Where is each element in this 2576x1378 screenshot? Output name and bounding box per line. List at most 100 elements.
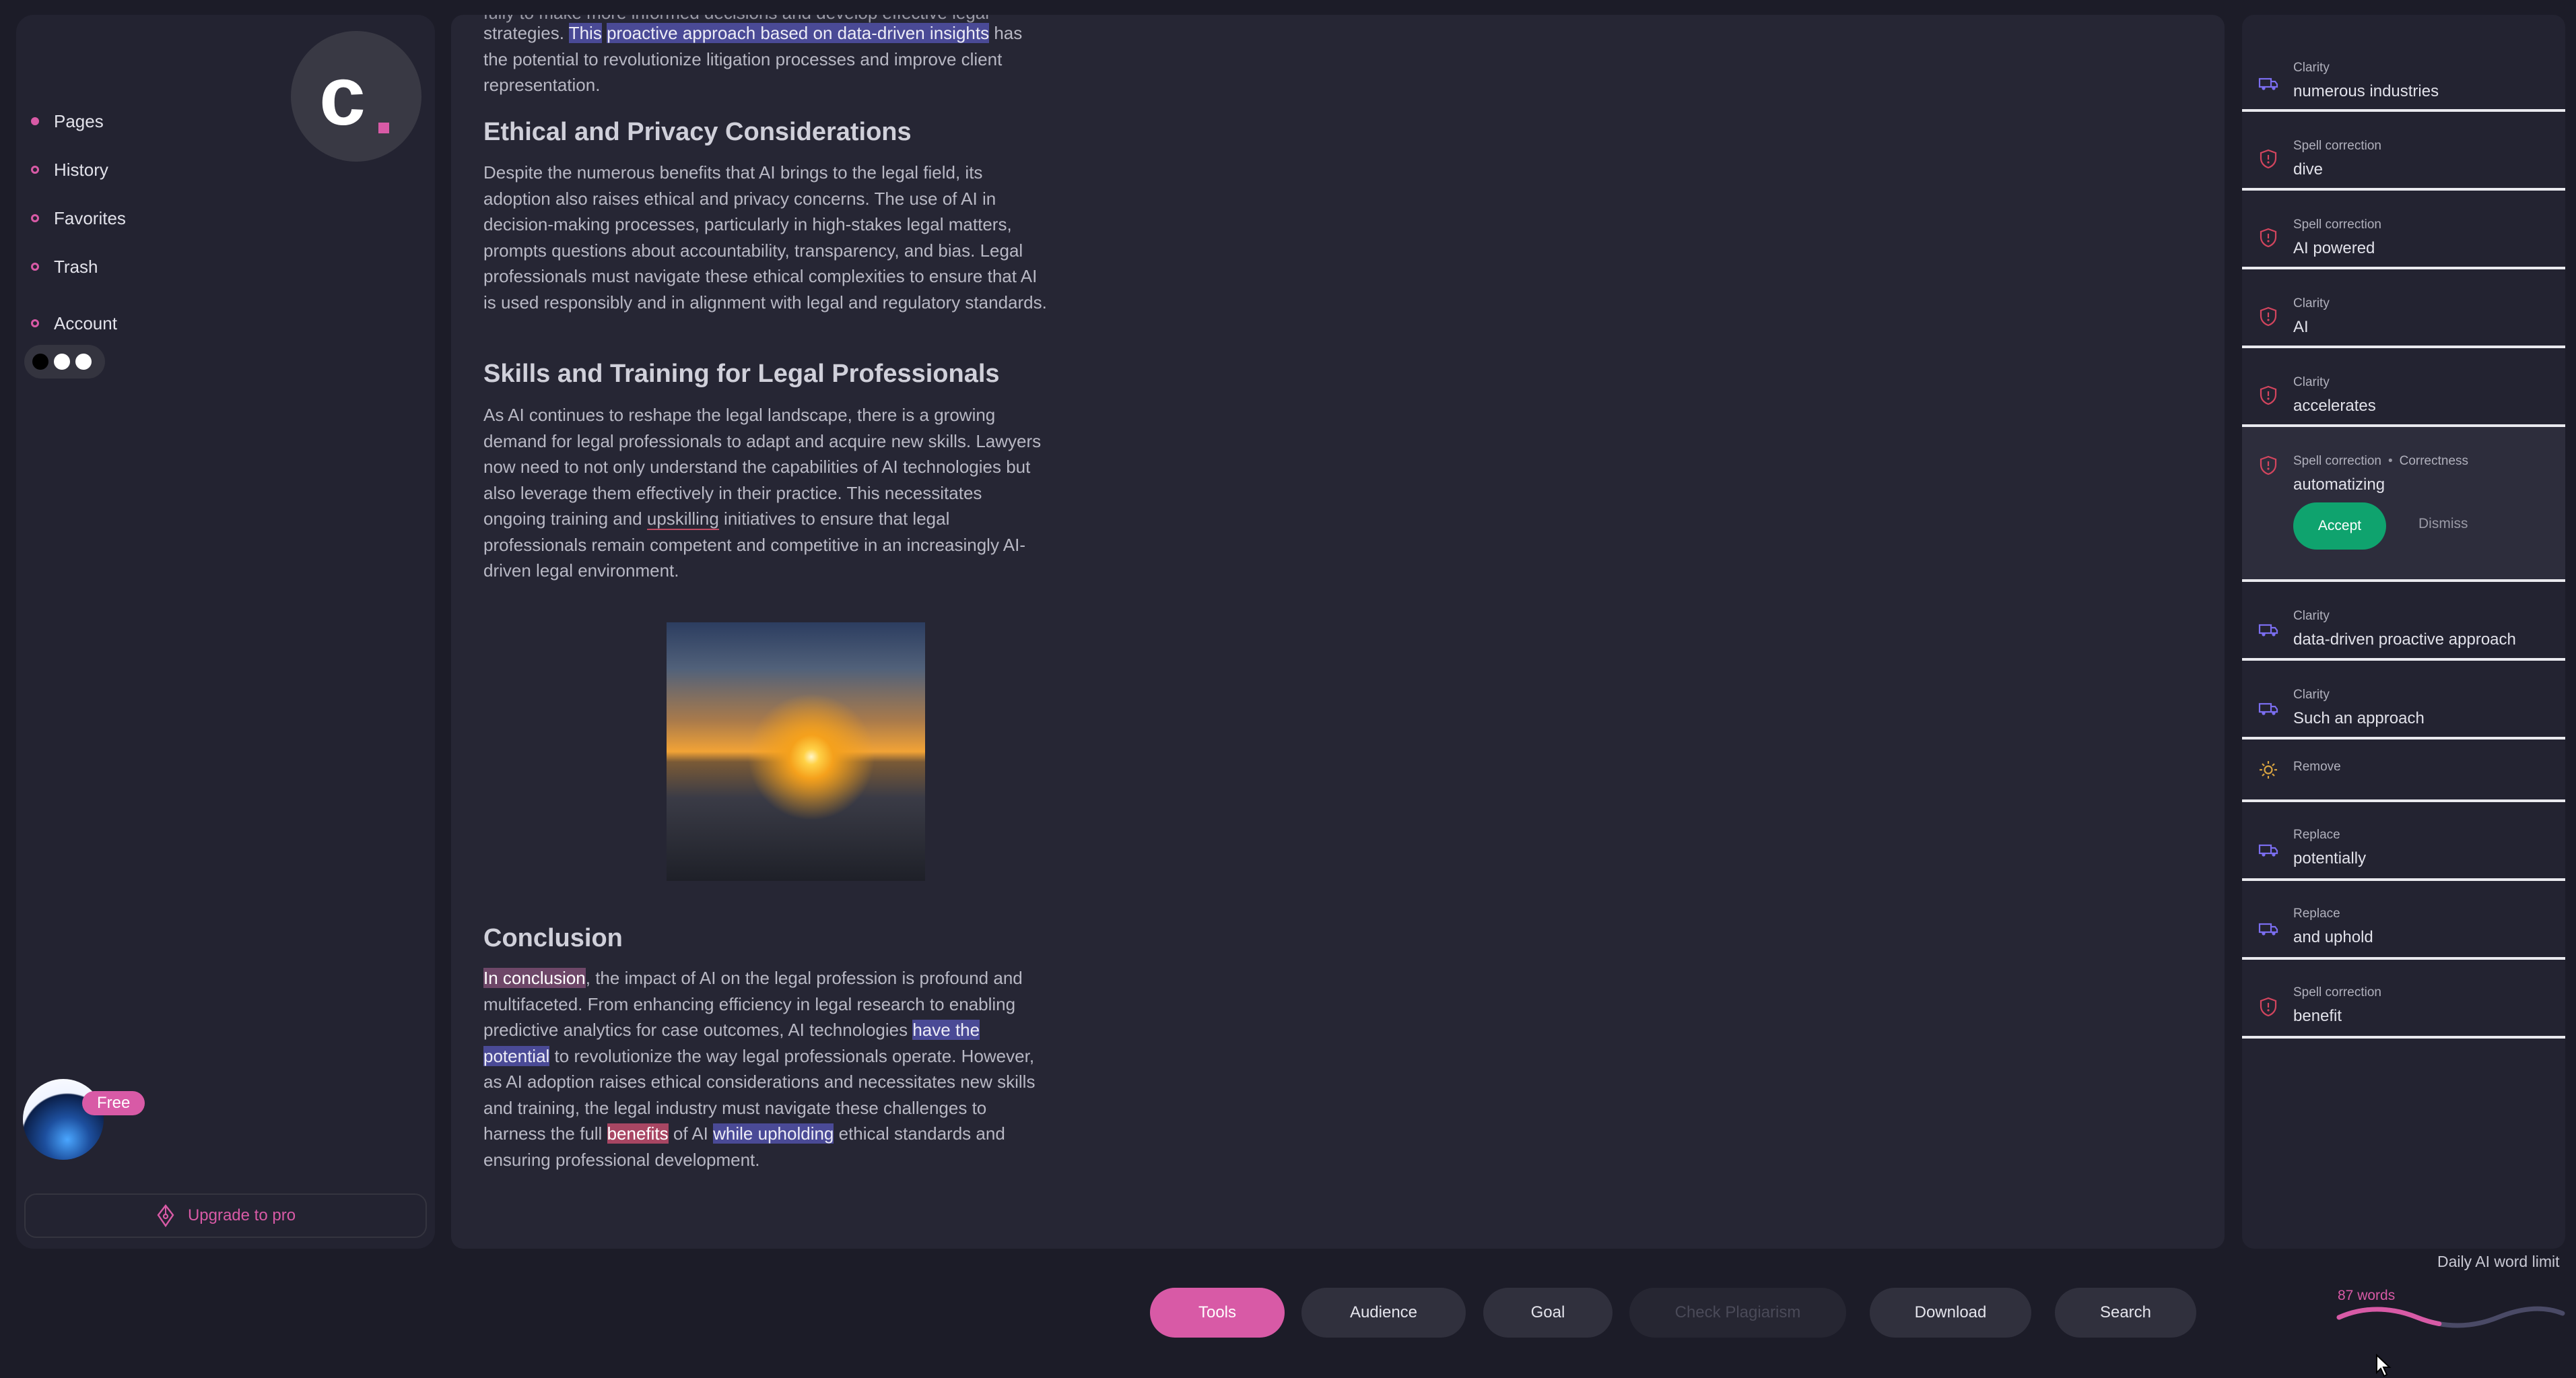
paragraph: Despite the numerous benefits that AI br… — [483, 162, 1047, 313]
suggestion-category: Replace — [2293, 828, 2340, 842]
shield-icon — [2260, 385, 2277, 405]
upgrade-button[interactable]: Upgrade to pro — [24, 1193, 427, 1238]
suggestion-value: potentially — [2293, 849, 2367, 867]
sidebar-item-label: Trash — [54, 256, 98, 277]
pen-nib-icon — [157, 1204, 174, 1227]
spelling-underline[interactable]: upskilling — [646, 508, 719, 530]
suggestion-card[interactable]: Spell correction AI powered — [2242, 191, 2565, 269]
suggestion-category-secondary: Correctness — [2399, 454, 2469, 468]
conclusion-paragraph: In conclusion, the impact of AI on the l… — [483, 965, 1049, 1173]
document-editor[interactable]: fully to make more informed decisions an… — [451, 15, 2225, 1249]
dark-theme-dot-icon — [32, 354, 48, 370]
tools-button[interactable]: Tools — [1150, 1288, 1285, 1338]
truck-icon — [2258, 844, 2278, 857]
truck-icon — [2258, 923, 2278, 936]
suggestion-highlight[interactable]: proactive approach based on data-driven … — [607, 23, 990, 43]
suggestion-category: Remove — [2293, 760, 2341, 774]
search-button[interactable]: Search — [2055, 1288, 2196, 1338]
separator-dot: • — [2387, 454, 2393, 468]
suggestion-card[interactable]: Clarity data-driven proactive approach — [2242, 582, 2565, 661]
bullet-icon — [31, 214, 39, 222]
shield-icon — [2260, 228, 2277, 248]
section-heading: Conclusion — [483, 924, 623, 952]
bullet-icon — [31, 319, 39, 327]
text-run: strategies. — [483, 23, 569, 43]
suggestion-category: Spell correction — [2293, 139, 2381, 153]
text-run: of AI — [668, 1123, 714, 1144]
suggestion-value: Such an approach — [2293, 709, 2425, 727]
suggestion-category: Spell correction — [2293, 218, 2381, 232]
sidebar-item-trash[interactable]: Trash — [31, 250, 98, 284]
bullet-icon — [31, 117, 39, 125]
suggestion-value: and uphold — [2293, 928, 2373, 946]
ai-limit-wave-meter — [2336, 1306, 2565, 1328]
suggestion-value: data-driven proactive approach — [2293, 630, 2516, 649]
suggestion-value: benefit — [2293, 1007, 2342, 1025]
suggestion-category: Clarity — [2293, 296, 2330, 310]
sun-icon — [2260, 761, 2277, 779]
app-logo[interactable]: c — [291, 31, 421, 162]
section-heading: Skills and Training for Legal Profession… — [483, 360, 1000, 388]
suggestion-card[interactable]: Clarity accelerates — [2242, 348, 2565, 427]
suggestion-highlight[interactable]: In conclusion — [483, 968, 586, 988]
shield-icon — [2260, 997, 2277, 1017]
check-plagiarism-button[interactable]: Check Plagiarism — [1629, 1288, 1846, 1338]
mouse-cursor-icon — [2376, 1354, 2392, 1377]
theme-toggle[interactable] — [24, 345, 105, 379]
suggestion-card[interactable]: Clarity Such an approach — [2242, 661, 2565, 740]
sidebar-item-label: Pages — [54, 110, 104, 131]
suggestion-value: dive — [2293, 160, 2324, 178]
suggestion-highlight[interactable]: benefits — [607, 1123, 669, 1144]
download-button[interactable]: Download — [1870, 1288, 2031, 1338]
logo-letter: c — [319, 50, 366, 143]
truck-icon — [2258, 702, 2278, 715]
sidebar-item-favorites[interactable]: Favorites — [31, 201, 126, 235]
shield-icon — [2260, 306, 2277, 327]
ai-word-count: 87 words — [2338, 1288, 2396, 1303]
suggestion-category: Clarity — [2293, 375, 2330, 389]
audience-button[interactable]: Audience — [1301, 1288, 1466, 1338]
suggestion-value: AI — [2293, 318, 2309, 336]
suggestion-card[interactable]: Clarity AI — [2242, 269, 2565, 348]
suggestion-highlight[interactable]: while upholding — [713, 1123, 834, 1144]
suggestion-category: Clarity — [2293, 609, 2330, 623]
suggestion-card[interactable]: Remove — [2242, 740, 2565, 802]
goal-button[interactable]: Goal — [1483, 1288, 1613, 1338]
paragraph: As AI continues to reshape the legal lan… — [483, 402, 1049, 584]
suggestion-category: Spell correction • Correctness — [2293, 454, 2468, 469]
logo-dot — [378, 123, 389, 133]
suggestion-card[interactable]: Spell correction benefit — [2242, 960, 2565, 1039]
bullet-icon — [31, 263, 39, 271]
suggestion-card[interactable]: Replace and uphold — [2242, 881, 2565, 960]
suggestion-category: Replace — [2293, 907, 2340, 921]
suggestion-card[interactable]: Clarity numerous industries — [2242, 34, 2565, 112]
upgrade-label: Upgrade to pro — [187, 1206, 296, 1224]
suggestion-highlight[interactable]: This — [568, 23, 602, 43]
sidebar-item-label: Favorites — [54, 207, 126, 228]
bullet-icon — [31, 166, 39, 174]
sidebar-item-label: Account — [54, 313, 117, 333]
sidebar-item-label: History — [54, 159, 108, 180]
accept-button[interactable]: Accept — [2293, 502, 2386, 550]
sunset-image — [667, 622, 925, 881]
user-avatar-area[interactable]: Free — [23, 1079, 145, 1167]
suggestion-value: AI powered — [2293, 239, 2375, 257]
suggestion-category: Spell correction — [2293, 985, 2381, 999]
light-theme-dot-icon — [75, 354, 92, 370]
suggestion-card[interactable]: Replace potentially — [2242, 802, 2565, 881]
suggestion-card[interactable]: Spell correction dive — [2242, 112, 2565, 191]
sidebar: c Pages History Favorites Trash Account … — [16, 15, 435, 1249]
sidebar-item-history[interactable]: History — [31, 153, 108, 187]
shield-icon — [2260, 149, 2277, 169]
sidebar-item-pages[interactable]: Pages — [31, 104, 104, 138]
intro-paragraph: strategies. This proactive approach base… — [483, 20, 1049, 98]
sidebar-item-account[interactable]: Account — [31, 306, 117, 340]
suggestion-card-expanded[interactable]: Spell correction • Correctness automatizin… — [2242, 427, 2565, 582]
suggestion-category-primary: Spell correction — [2293, 454, 2381, 468]
suggestion-category: Clarity — [2293, 61, 2330, 75]
dismiss-button[interactable]: Dismiss — [2418, 516, 2468, 532]
plan-badge: Free — [82, 1091, 145, 1115]
suggestion-value: accelerates — [2293, 397, 2376, 415]
section-heading: Ethical and Privacy Considerations — [483, 118, 912, 146]
suggestion-category: Clarity — [2293, 688, 2330, 702]
